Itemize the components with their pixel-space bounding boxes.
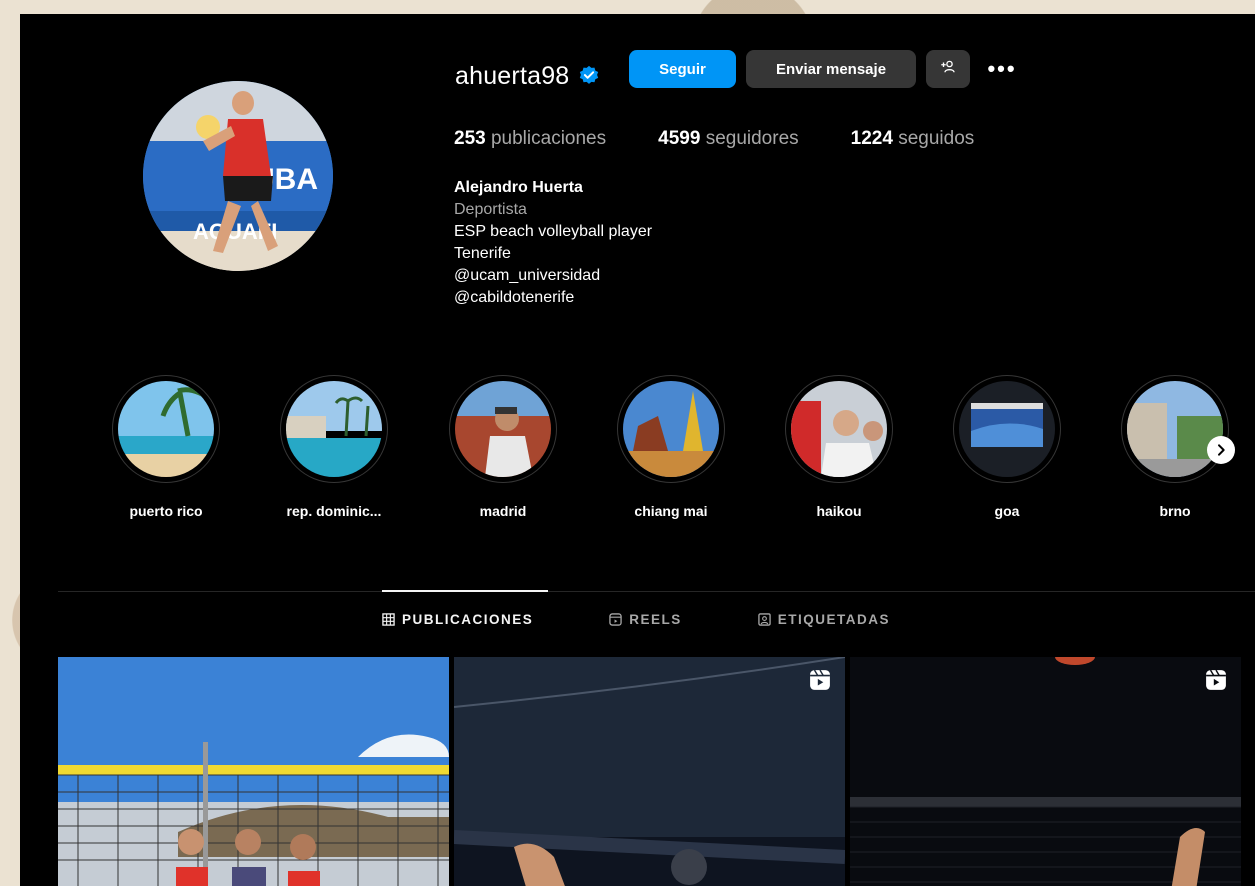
highlight-chiang-mai[interactable]: chiang mai: [611, 375, 731, 519]
reel-indicator-icon: [1205, 669, 1227, 691]
highlight-label: chiang mai: [634, 503, 708, 519]
highlight-label: haikou: [816, 503, 862, 519]
highlight-haikou[interactable]: haikou: [779, 375, 899, 519]
highlight-label: brno: [1159, 503, 1191, 519]
highlights-next-button[interactable]: [1207, 436, 1235, 464]
highlight-thumbnail: [455, 381, 551, 477]
post-thumbnail[interactable]: [850, 657, 1241, 886]
highlight-thumbnail: [118, 381, 214, 477]
highlight-ring: [112, 375, 220, 483]
highlight-ring: [953, 375, 1061, 483]
highlight-goa[interactable]: goa: [947, 375, 1067, 519]
highlight-ring: [617, 375, 725, 483]
bio-line: Tenerife: [454, 245, 511, 262]
highlight-rep-dominicana[interactable]: rep. dominic...: [274, 375, 394, 519]
post-thumbnail[interactable]: [58, 657, 449, 886]
highlight-thumbnail: [623, 381, 719, 477]
profile-bio: Alejandro Huerta Deportista ESP beach vo…: [454, 177, 652, 309]
highlight-madrid[interactable]: madrid: [443, 375, 563, 519]
suggested-users-button[interactable]: [926, 50, 970, 88]
tagged-icon: [758, 613, 771, 626]
active-tab-indicator: [382, 590, 548, 592]
send-message-button[interactable]: Enviar mensaje: [746, 50, 916, 88]
follow-button[interactable]: Seguir: [629, 50, 736, 88]
story-highlights: puerto rico rep. dominic... madrid chian…: [20, 375, 1255, 525]
highlight-ring: [449, 375, 557, 483]
chevron-right-icon: [1218, 444, 1225, 456]
post-thumbnail[interactable]: [454, 657, 845, 886]
profile-tabs: PUBLICACIONES REELS ETIQUETADAS: [382, 612, 966, 627]
highlight-ring: [280, 375, 388, 483]
tab-publicaciones[interactable]: PUBLICACIONES: [382, 612, 533, 627]
posts-stat: 253 publicaciones: [454, 128, 607, 149]
highlight-thumbnail: [286, 381, 382, 477]
highlight-thumbnail: [791, 381, 887, 477]
tabs-divider: [58, 591, 1255, 592]
followers-stat[interactable]: 4599 seguidores: [658, 128, 799, 150]
bio-mention-link[interactable]: @cabildotenerife: [454, 287, 652, 309]
highlight-ring: [1121, 375, 1229, 483]
highlight-label: puerto rico: [129, 503, 203, 519]
username-row: ahuerta98: [455, 56, 600, 96]
profile-avatar[interactable]: UBA AQUAFI: [143, 81, 333, 271]
highlight-label: madrid: [479, 503, 527, 519]
add-user-icon: [941, 60, 955, 73]
highlight-label: goa: [994, 503, 1020, 519]
highlight-label: rep. dominic...: [286, 503, 382, 519]
profile-stats: 253 publicaciones 4599 seguidores 1224 s…: [454, 128, 1026, 150]
profile-category: Deportista: [454, 201, 527, 218]
bio-line: ESP beach volleyball player: [454, 223, 653, 240]
more-options-button[interactable]: •••: [980, 50, 1024, 88]
avatar-photo: UBA AQUAFI: [143, 81, 333, 271]
post-image: [58, 657, 449, 886]
profile-username: ahuerta98: [455, 61, 570, 90]
highlight-puerto-rico[interactable]: puerto rico: [106, 375, 226, 519]
reels-icon: [609, 613, 622, 626]
reel-indicator-icon: [809, 669, 831, 691]
tab-etiquetadas[interactable]: ETIQUETADAS: [758, 612, 890, 627]
highlight-thumbnail: [1127, 381, 1223, 477]
profile-window: UBA AQUAFI ahuerta98 Seguir Enviar mensa…: [20, 14, 1255, 886]
grid-icon: [382, 613, 395, 626]
bio-mention-link[interactable]: @ucam_universidad: [454, 265, 652, 287]
post-image: [454, 657, 845, 886]
highlight-thumbnail: [959, 381, 1055, 477]
verified-badge-icon: [578, 65, 600, 87]
highlight-ring: [785, 375, 893, 483]
profile-full-name: Alejandro Huerta: [454, 179, 583, 196]
tab-reels[interactable]: REELS: [609, 612, 682, 627]
post-image: [850, 657, 1241, 886]
following-stat[interactable]: 1224 seguidos: [851, 128, 975, 150]
